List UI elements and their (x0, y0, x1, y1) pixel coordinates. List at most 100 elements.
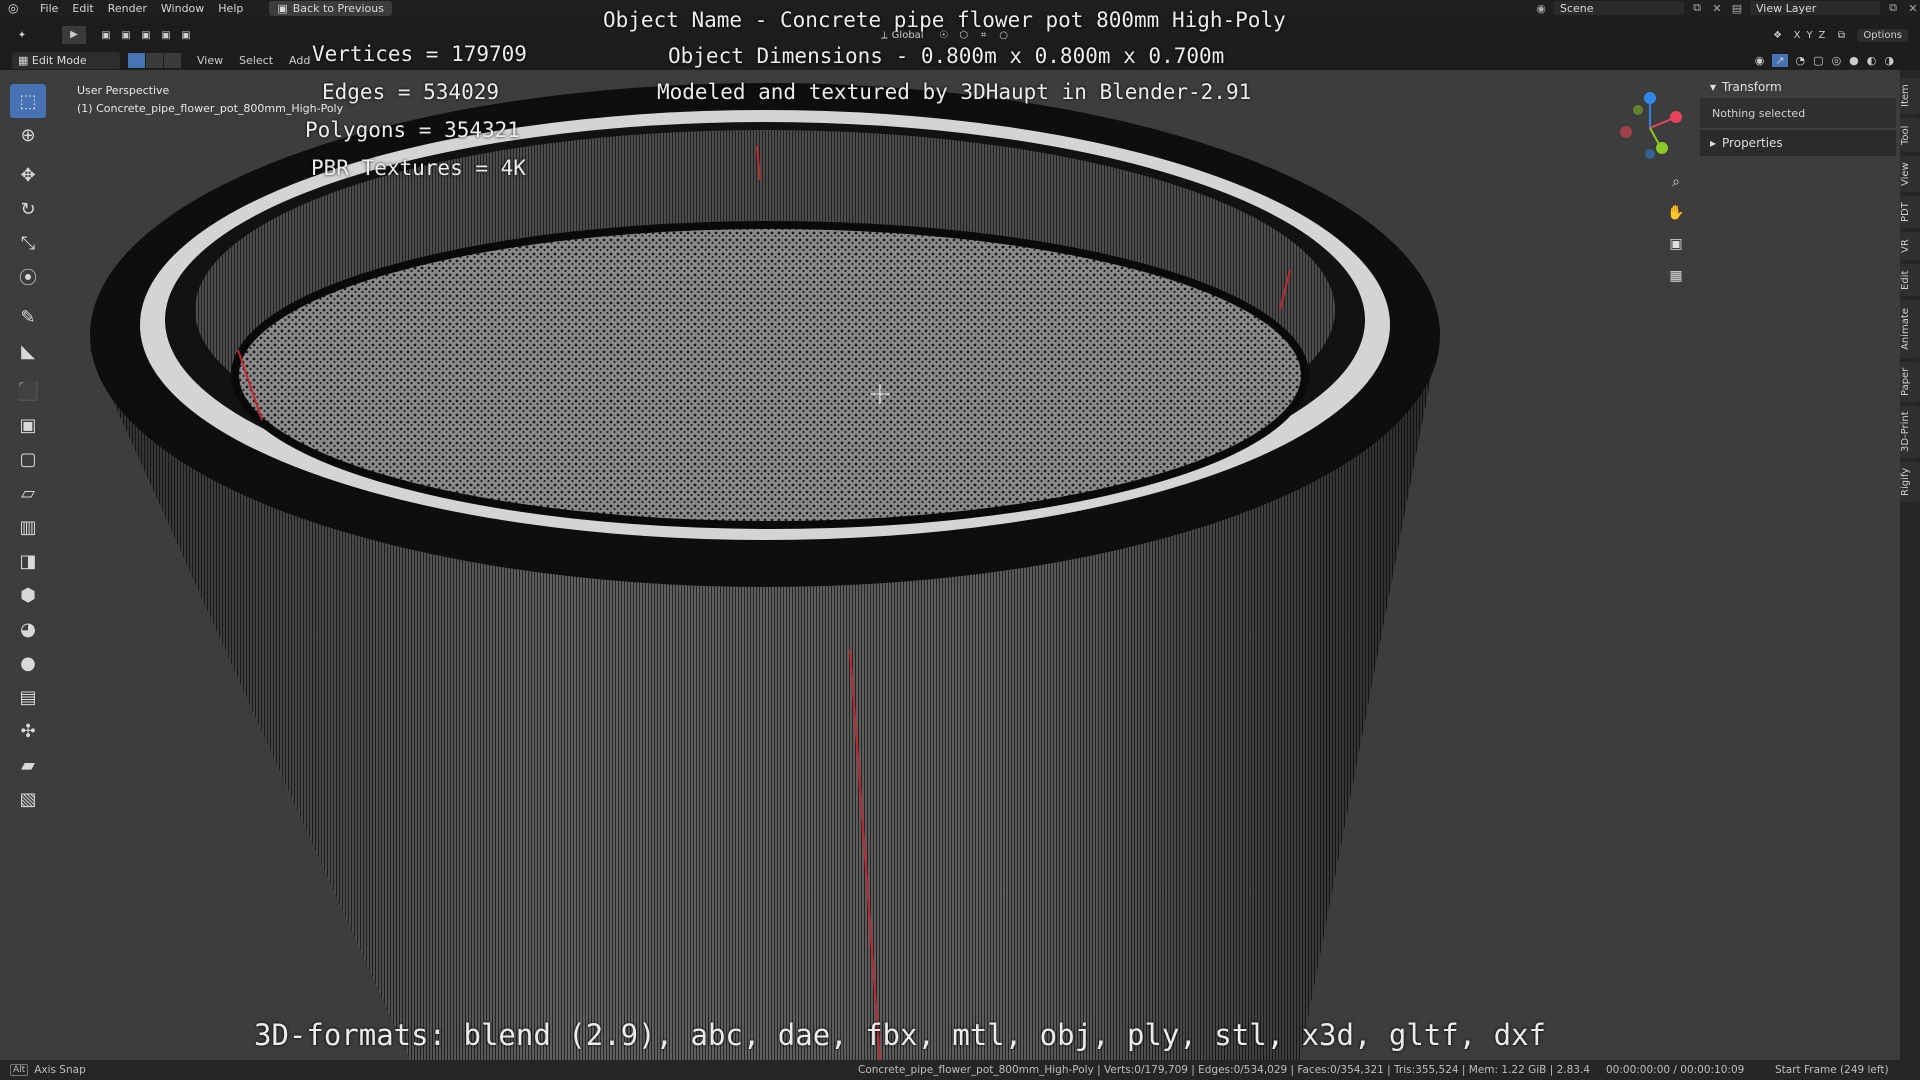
poly-build-icon[interactable]: ⬢ (10, 578, 46, 612)
axis-y-toggle[interactable]: Y (1806, 30, 1812, 41)
menu-window[interactable]: Window (161, 2, 204, 15)
blender-logo-icon[interactable]: ◎ (8, 1, 26, 15)
select-mode-invert-icon[interactable]: ▣ (156, 30, 176, 41)
axis-z-toggle[interactable]: Z (1819, 30, 1826, 41)
nothing-selected-text: Nothing selected (1712, 106, 1806, 120)
overlay-dimensions: Object Dimensions - 0.800m x 0.800m x 0.… (668, 44, 1225, 68)
mode-dropdown[interactable]: ▦ Edit Mode (12, 51, 120, 69)
tab-pdt[interactable]: PDT (1900, 196, 1920, 228)
rotate-icon[interactable]: ↻ (10, 192, 46, 226)
transform-panel-header[interactable]: ▾ Transform (1700, 76, 1896, 98)
wireframe-shading-icon[interactable]: ◎ (1832, 54, 1842, 67)
smooth-icon[interactable]: ● (10, 646, 46, 680)
editor-type-icon[interactable]: ✦ (12, 30, 32, 41)
overlay-vertices: Vertices = 179709 (312, 42, 527, 66)
view-layer-icon[interactable]: ▤ (1730, 2, 1744, 15)
menu-view[interactable]: View (197, 54, 223, 67)
perspective-label: User Perspective (77, 84, 170, 97)
properties-panel-header[interactable]: ▸ Properties (1700, 130, 1896, 156)
scale-icon[interactable]: ⤡ (10, 226, 46, 260)
menu-help[interactable]: Help (218, 2, 243, 15)
tab-tool[interactable]: Tool (1900, 118, 1920, 152)
spin-icon[interactable]: ◕ (10, 612, 46, 646)
tab-vr[interactable]: VR (1900, 232, 1920, 260)
select-box-icon[interactable]: ⬚ (10, 84, 46, 118)
edge-slide-icon[interactable]: ▤ (10, 680, 46, 714)
shear-icon[interactable]: ▰ (10, 748, 46, 782)
alt-key-hint: Alt (10, 1064, 29, 1076)
rendered-shading-icon[interactable]: ◑ (1884, 54, 1894, 67)
select-mode-buttons (128, 52, 181, 68)
tab-item[interactable]: Item (1900, 78, 1920, 114)
options-dropdown[interactable]: Options (1857, 28, 1908, 42)
add-cube-icon[interactable]: ⬛ (10, 374, 46, 408)
loop-cut-icon[interactable]: ▥ (10, 510, 46, 544)
solid-shading-icon[interactable]: ● (1849, 54, 1859, 67)
new-scene-icon[interactable]: ⧉ (1690, 1, 1704, 15)
rip-icon[interactable]: ▧ (10, 782, 46, 816)
select-mode-intersect-icon[interactable]: ▣ (176, 30, 196, 41)
annotate-icon[interactable]: ✎ (10, 300, 46, 334)
toolbar: ⬚ ⊕ ✥ ↻ ⤡ ⦿ ✎ ◣ ⬛ ▣ ▢ ▱ ▥ ◨ ⬢ ◕ ● ▤ ✣ ▰ … (10, 84, 46, 816)
select-mode-extend-icon[interactable]: ▣ (116, 30, 136, 41)
grid-icon[interactable]: ▦ (1664, 264, 1688, 288)
extrude-icon[interactable]: ▣ (10, 408, 46, 442)
xray-icon[interactable]: ▢ (1813, 54, 1823, 67)
tab-animate[interactable]: Animate (1900, 300, 1920, 358)
face-select-icon[interactable] (164, 52, 181, 68)
tab-rigify[interactable]: Rigify (1900, 462, 1920, 502)
mesh-wireframe (90, 83, 1440, 1060)
menu-select[interactable]: Select (239, 54, 273, 67)
overlay-icon[interactable]: ◔ (1796, 54, 1806, 67)
navigation-gizmo[interactable] (1610, 88, 1690, 168)
sidebar-tabs: Item Tool View PDT VR Edit Animate Paper… (1900, 70, 1920, 1060)
close-view-layer-icon[interactable]: ✕ (1906, 2, 1920, 15)
tab-paper[interactable]: Paper (1900, 362, 1920, 402)
mode-value: Edit Mode (31, 53, 87, 67)
inset-icon[interactable]: ▢ (10, 442, 46, 476)
vertex-select-icon[interactable] (128, 52, 145, 68)
select-mode-subtract-icon[interactable]: ▣ (136, 30, 156, 41)
chevron-right-icon: ▸ (1710, 136, 1717, 150)
tab-edit[interactable]: Edit (1900, 264, 1920, 296)
tab-view[interactable]: View (1900, 156, 1920, 192)
menu-file[interactable]: File (40, 2, 58, 15)
material-shading-icon[interactable]: ◐ (1867, 54, 1877, 67)
tab-3d-print[interactable]: 3D-Print (1900, 406, 1920, 458)
axis-snap-hint: Axis Snap (34, 1064, 86, 1076)
knife-icon[interactable]: ◨ (10, 544, 46, 578)
camera-icon[interactable]: ▣ (1664, 232, 1688, 256)
back-to-previous-button[interactable]: ▣ Back to Previous (269, 0, 392, 16)
select-tool-icon[interactable]: ▶ (62, 26, 86, 44)
zoom-icon[interactable]: ⌕ (1664, 170, 1688, 194)
overlay-credit: Modeled and textured by 3DHaupt in Blend… (657, 80, 1252, 104)
scene-field[interactable]: Scene (1554, 1, 1684, 15)
hand-icon[interactable]: ✋ (1664, 201, 1688, 225)
move-icon[interactable]: ✥ (10, 158, 46, 192)
menu-add[interactable]: Add (289, 54, 310, 67)
auto-merge-icon[interactable]: ⧉ (1831, 30, 1851, 41)
cursor-icon[interactable]: ⊕ (10, 118, 46, 152)
close-scene-icon[interactable]: ✕ (1710, 2, 1724, 15)
bevel-icon[interactable]: ▱ (10, 476, 46, 510)
overlay-formats: 3D-formats: blend (2.9), abc, dae, fbx, … (254, 1018, 1547, 1052)
edge-select-icon[interactable] (146, 52, 163, 68)
shrink-fatten-icon[interactable]: ✣ (10, 714, 46, 748)
transform-icon[interactable]: ⦿ (10, 260, 46, 294)
new-view-layer-icon[interactable]: ⧉ (1886, 1, 1900, 15)
view-layer-field[interactable]: View Layer (1750, 1, 1880, 15)
chevron-down-icon: ▾ (1710, 80, 1717, 94)
start-frame-info: Start Frame (249 left) (1775, 1064, 1889, 1076)
overlay-textures: PBR Textures = 4K (311, 156, 526, 180)
mirror-icon[interactable]: ❖ (1768, 30, 1788, 41)
gizmo-toggle-icon[interactable]: ↗ (1772, 53, 1788, 67)
properties-panel-title: Properties (1722, 136, 1783, 150)
3d-viewport[interactable]: User Perspective (1) Concrete_pipe_flowe… (0, 70, 1900, 1060)
scene-icon[interactable]: ◉ (1534, 2, 1548, 15)
select-mode-set-icon[interactable]: ▣ (96, 30, 116, 41)
menu-render[interactable]: Render (108, 2, 147, 15)
visibility-icon[interactable]: ◉ (1755, 54, 1765, 67)
axis-x-toggle[interactable]: X (1794, 30, 1801, 41)
menu-edit[interactable]: Edit (72, 2, 93, 15)
measure-icon[interactable]: ◣ (10, 334, 46, 368)
